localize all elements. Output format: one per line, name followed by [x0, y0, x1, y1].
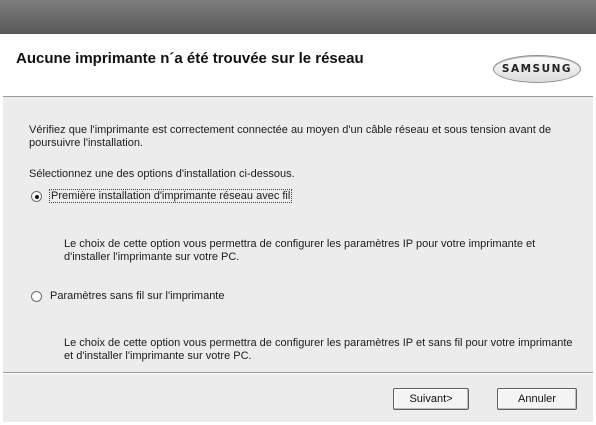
window-titlebar[interactable] — [0, 0, 596, 34]
option-wireless-label[interactable]: Paramètres sans fil sur l'imprimante — [50, 290, 225, 302]
option-wired-install[interactable]: Première installation d'imprimante résea… — [31, 189, 293, 203]
next-button[interactable]: Suivant> — [393, 388, 469, 410]
select-instruction: Sélectionnez une des options d'installat… — [29, 168, 295, 180]
option-wired-description: Le choix de cette option vous permettra … — [64, 238, 536, 263]
cancel-button[interactable]: Annuler — [497, 388, 577, 410]
radio-selected-icon[interactable] — [31, 190, 42, 202]
samsung-logo: SAMSUNG — [493, 55, 581, 83]
option-wireless-settings[interactable]: Paramètres sans fil sur l'imprimante — [31, 290, 225, 302]
dialog-body: Vérifiez que l'imprimante est correcteme… — [3, 97, 593, 372]
installer-dialog: Aucune imprimante n´a été trouvée sur le… — [3, 34, 593, 422]
footer-divider — [3, 372, 593, 374]
radio-unselected-icon[interactable] — [31, 290, 42, 302]
option-wireless-description: Le choix de cette option vous permettra … — [64, 337, 573, 362]
logo-text: SAMSUNG — [501, 63, 573, 75]
intro-text: Vérifiez que l'imprimante est correcteme… — [29, 124, 552, 149]
dialog-header: Aucune imprimante n´a été trouvée sur le… — [3, 34, 593, 97]
page-title: Aucune imprimante n´a été trouvée sur le… — [16, 50, 364, 67]
option-wired-label[interactable]: Première installation d'imprimante résea… — [48, 189, 293, 203]
